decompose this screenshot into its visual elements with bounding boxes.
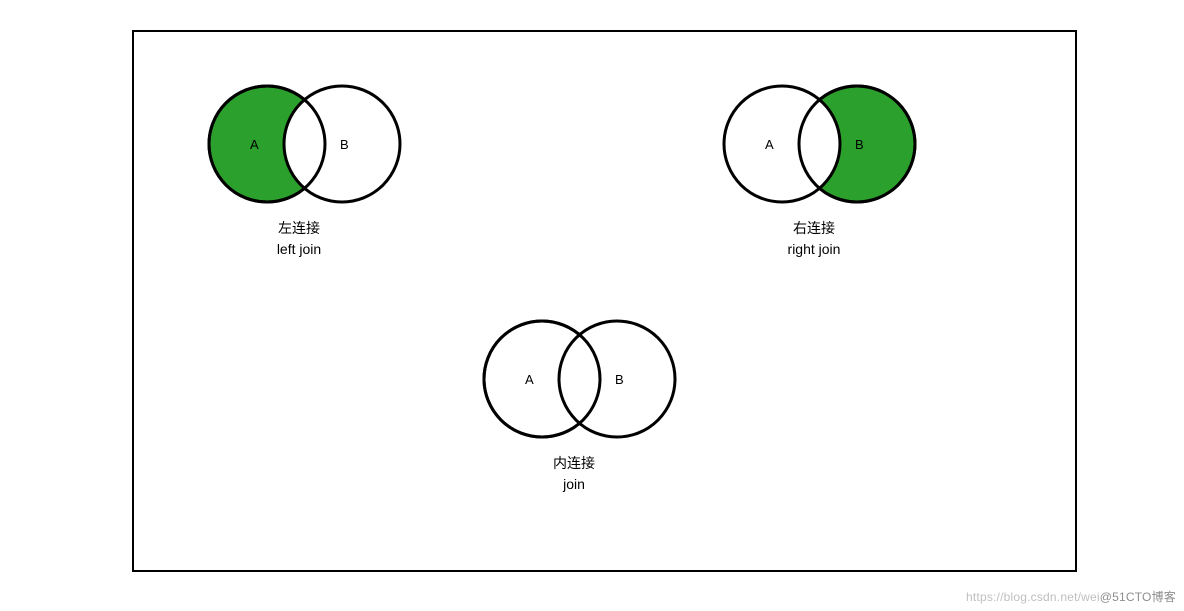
left-join-title-zh: 左连接: [194, 218, 404, 239]
circle-a: [724, 86, 840, 202]
right-join-title-en: right join: [709, 239, 919, 260]
left-join-venn: A B: [194, 77, 404, 212]
left-join-label-b: B: [340, 137, 349, 152]
inner-join-venn: A B: [469, 312, 679, 447]
inner-join-label-a: A: [525, 372, 534, 387]
watermark-part1: https://blog.csdn.net/wei: [966, 590, 1100, 604]
inner-join-title-en: join: [469, 474, 679, 495]
left-join-diagram: A B 左连接 left join: [194, 77, 404, 260]
inner-join-label-b: B: [615, 372, 624, 387]
left-join-title-en: left join: [194, 239, 404, 260]
diagram-frame: A B 左连接 left join A B 右连接 right join A B: [132, 30, 1077, 572]
right-join-title-zh: 右连接: [709, 218, 919, 239]
right-join-labels: 右连接 right join: [709, 218, 919, 260]
right-join-label-a: A: [765, 137, 774, 152]
inner-join-diagram: A B 内连接 join: [469, 312, 679, 495]
inner-join-title-zh: 内连接: [469, 453, 679, 474]
right-join-venn: A B: [709, 77, 919, 212]
left-join-labels: 左连接 left join: [194, 218, 404, 260]
inner-join-labels: 内连接 join: [469, 453, 679, 495]
watermark: https://blog.csdn.net/wei@51CTO博客: [966, 588, 1176, 605]
right-join-label-b: B: [855, 137, 864, 152]
watermark-part2: @51CTO博客: [1100, 590, 1176, 604]
right-join-diagram: A B 右连接 right join: [709, 77, 919, 260]
left-join-label-a: A: [250, 137, 259, 152]
